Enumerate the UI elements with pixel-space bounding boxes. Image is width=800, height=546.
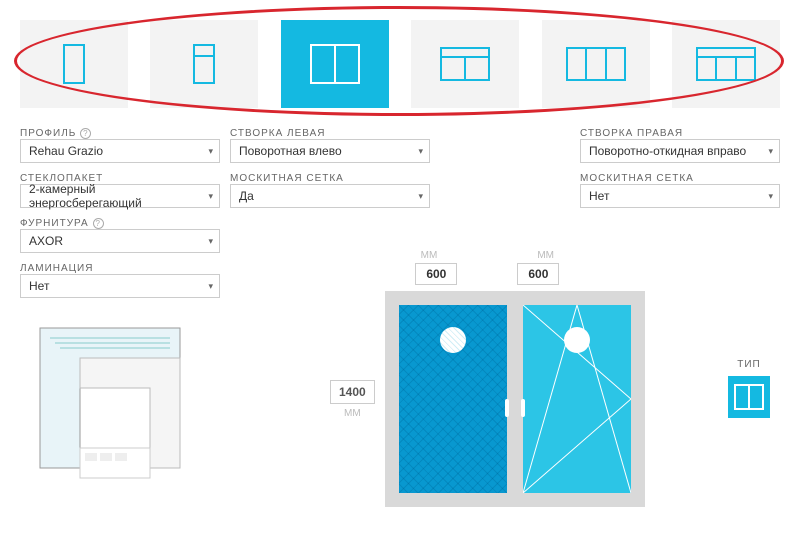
help-icon[interactable]: ?: [80, 128, 91, 139]
profile-image: [20, 308, 200, 488]
lamination-select[interactable]: Нет: [20, 274, 220, 298]
help-icon[interactable]: ?: [93, 218, 104, 229]
highlight-ellipse: [14, 6, 784, 116]
sash-left-preview: [393, 299, 513, 499]
mesh-left-select[interactable]: Да: [230, 184, 430, 208]
type-badge-button[interactable]: [728, 376, 770, 418]
type-single-top[interactable]: [150, 20, 258, 108]
mm-label: ММ: [421, 250, 438, 261]
type-double[interactable]: [281, 20, 389, 108]
glazing-select[interactable]: 2-камерный энергосберегающий: [20, 184, 220, 208]
type-triple-top[interactable]: [672, 20, 780, 108]
sash-right-preview: [517, 299, 637, 499]
mm-label: ММ: [344, 408, 361, 419]
type-double-top[interactable]: [411, 20, 519, 108]
window-type-row: [20, 10, 780, 128]
window-preview: [385, 291, 645, 507]
lamination-label: ЛАМИНАЦИЯ: [20, 263, 220, 274]
sash-left-select[interactable]: Поворотная влево: [230, 139, 430, 163]
mm-label: ММ: [537, 250, 554, 261]
type-single[interactable]: [20, 20, 128, 108]
sash-right-label: СТВОРКА ПРАВАЯ: [580, 128, 780, 139]
vent-icon: [440, 327, 466, 353]
height-input[interactable]: 1400: [330, 380, 375, 404]
hardware-select[interactable]: AXOR: [20, 229, 220, 253]
width2-input[interactable]: 600: [517, 263, 559, 285]
type-triple[interactable]: [542, 20, 650, 108]
hardware-label: ФУРНИТУРА?: [20, 218, 220, 229]
profile-select[interactable]: Rehau Grazio: [20, 139, 220, 163]
mesh-left-label: МОСКИТНАЯ СЕТКА: [230, 173, 430, 184]
mesh-right-label: МОСКИТНАЯ СЕТКА: [580, 173, 780, 184]
mesh-right-select[interactable]: Нет: [580, 184, 780, 208]
sash-left-label: СТВОРКА ЛЕВАЯ: [230, 128, 430, 139]
type-badge: ТИП: [728, 359, 770, 418]
handle-icon: [505, 399, 509, 417]
width1-input[interactable]: 600: [415, 263, 457, 285]
profile-label: ПРОФИЛЬ?: [20, 128, 220, 139]
sash-right-select[interactable]: Поворотно-откидная вправо: [580, 139, 780, 163]
